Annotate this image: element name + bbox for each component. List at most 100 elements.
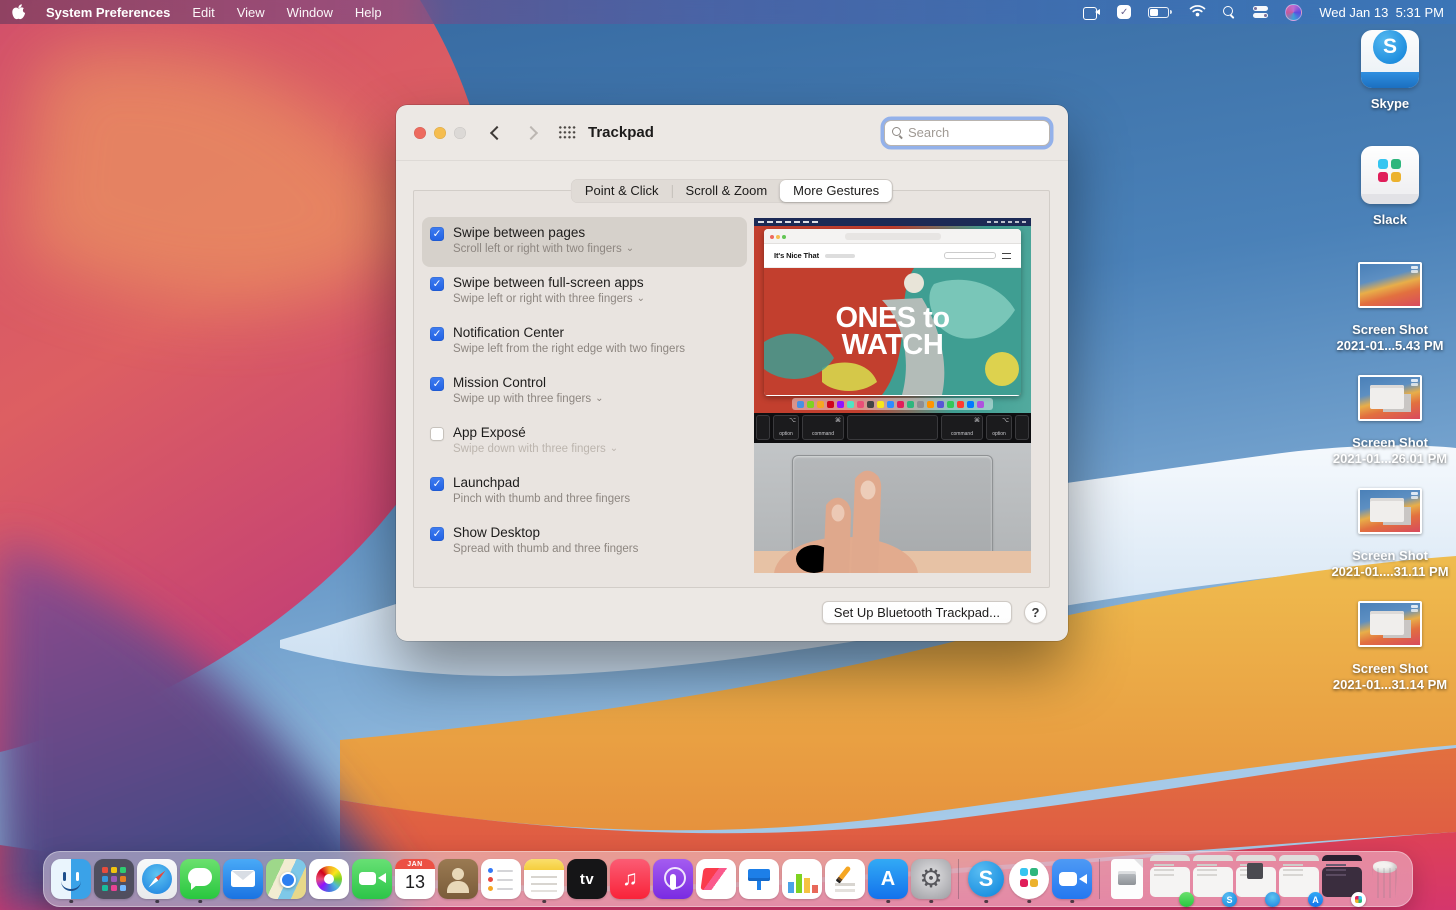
close-button[interactable] (414, 127, 426, 139)
dock-item-facetime[interactable] (352, 855, 392, 903)
tab-more-gestures[interactable]: More Gestures (780, 180, 892, 202)
dock-item-safari[interactable] (137, 855, 177, 903)
menu-edit[interactable]: Edit (192, 5, 214, 20)
desktop-icon-screenshot-3[interactable]: Screen Shot2021-01....31.11 PM (1336, 488, 1444, 580)
dock-item-tv[interactable]: tv (567, 855, 607, 903)
skype-badge-icon: S (1222, 892, 1237, 907)
menu-app-name[interactable]: System Preferences (46, 5, 170, 20)
gesture-row-notification-center[interactable]: Notification CenterSwipe left from the r… (422, 317, 747, 367)
tab-point-click[interactable]: Point & Click (572, 180, 672, 202)
dock-item-mail[interactable] (223, 855, 263, 903)
checkbox-notification-center[interactable] (430, 327, 444, 341)
demo-key-label: option (992, 431, 1006, 437)
dock-item-win-appstore[interactable]: A (1279, 855, 1319, 903)
dock-item-win-safari[interactable] (1236, 855, 1276, 903)
menu-window[interactable]: Window (287, 5, 333, 20)
apple-menu-icon[interactable] (12, 4, 26, 20)
checkbox-show-desktop[interactable] (430, 527, 444, 541)
checkmark-icon[interactable]: ✓ (1117, 5, 1131, 19)
menu-clock[interactable]: Wed Jan 13 5:31 PM (1319, 5, 1444, 20)
menu-help[interactable]: Help (355, 5, 382, 20)
tab-scroll-zoom[interactable]: Scroll & Zoom (673, 180, 781, 202)
gesture-row-launchpad[interactable]: LaunchpadPinch with thumb and three fing… (422, 467, 747, 517)
gesture-subtitle: Swipe left from the right edge with two … (453, 342, 685, 356)
dock-item-music[interactable]: ♫ (610, 855, 650, 903)
dock-item-trash[interactable] (1365, 855, 1405, 903)
desktop-icon-label: Slack (1373, 212, 1407, 228)
window-titlebar[interactable]: Trackpad (396, 105, 1068, 161)
dock-item-reminders[interactable] (481, 855, 521, 903)
chevron-down-icon[interactable]: ⌄ (637, 294, 645, 304)
screenshot-thumbnail (1358, 262, 1422, 308)
chevron-down-icon[interactable]: ⌄ (610, 444, 618, 454)
video-camera-icon[interactable] (1083, 7, 1100, 18)
checkbox-mission-control[interactable] (430, 377, 444, 391)
gesture-title: Notification Center (453, 324, 685, 341)
dock-item-contacts[interactable] (438, 855, 478, 903)
minimize-button[interactable] (434, 127, 446, 139)
gesture-row-show-desktop[interactable]: Show DesktopSpread with thumb and three … (422, 517, 747, 567)
trash-icon (1365, 859, 1405, 899)
dock-item-appstore[interactable] (868, 855, 908, 903)
dock-item-podcasts[interactable] (653, 855, 693, 903)
filedoc-icon (1111, 859, 1143, 899)
chevron-down-icon[interactable]: ⌄ (595, 394, 603, 404)
demo-hero-artwork: ONES to WATCH (764, 268, 1021, 395)
skype-dmg-icon (1361, 30, 1419, 88)
show-all-grid-icon[interactable] (558, 125, 577, 140)
desktop-icon-slack-dmg[interactable]: Slack (1336, 146, 1444, 228)
desktop-icon-screenshot-4[interactable]: Screen Shot2021-01...31.14 PM (1336, 601, 1444, 693)
setup-bluetooth-trackpad-button[interactable]: Set Up Bluetooth Trackpad... (822, 601, 1012, 624)
checkbox-swipe-between-pages[interactable] (430, 227, 444, 241)
demo-dock (792, 398, 993, 410)
dock-item-numbers[interactable] (782, 855, 822, 903)
dock-item-skype[interactable] (966, 855, 1006, 903)
dock-item-launchpad[interactable] (94, 855, 134, 903)
gesture-row-mission-control[interactable]: Mission ControlSwipe up with three finge… (422, 367, 747, 417)
desktop-icon-screenshot-2[interactable]: Screen Shot2021-01...26.01 PM (1336, 375, 1444, 467)
back-icon[interactable] (490, 125, 504, 139)
search-input[interactable] (908, 125, 1042, 140)
dock-item-pages[interactable] (825, 855, 865, 903)
zoom-button[interactable] (454, 127, 466, 139)
gesture-subtitle-text: Pinch with thumb and three fingers (453, 492, 630, 506)
forward-icon[interactable] (524, 125, 538, 139)
dock-item-filedoc[interactable] (1107, 855, 1147, 903)
menu-view[interactable]: View (237, 5, 265, 20)
desktop-icon-screenshot-1[interactable]: Screen Shot2021-01...5.43 PM (1336, 262, 1444, 354)
dock-item-slack[interactable] (1009, 855, 1049, 903)
help-button[interactable]: ? (1024, 601, 1047, 624)
dock-item-messages[interactable] (180, 855, 220, 903)
dock-item-notes[interactable] (524, 855, 564, 903)
dock-item-zoom[interactable] (1052, 855, 1092, 903)
appstore-icon (868, 859, 908, 899)
dock-item-news[interactable] (696, 855, 736, 903)
demo-laptop: ⌥option⌘command⌘command⌥option (754, 413, 1031, 573)
gesture-subtitle-text: Spread with thumb and three fingers (453, 542, 638, 556)
dock-item-maps[interactable] (266, 855, 306, 903)
gesture-row-app-expos[interactable]: App ExposéSwipe down with three fingers⌄ (422, 417, 747, 467)
dock-item-calendar[interactable]: JAN13 (395, 855, 435, 903)
desktop-icon-skype-dmg[interactable]: Skype (1336, 30, 1444, 112)
gesture-row-swipe-between-pages[interactable]: Swipe between pagesScroll left or right … (422, 217, 747, 267)
dock-item-win-slack[interactable] (1322, 855, 1362, 903)
control-center-icon[interactable] (1253, 6, 1268, 19)
wifi-icon[interactable] (1189, 4, 1206, 20)
dock-item-finder[interactable] (51, 855, 91, 903)
checkbox-launchpad[interactable] (430, 477, 444, 491)
dock-item-sysprefs[interactable] (911, 855, 951, 903)
user-avatar[interactable] (1285, 4, 1302, 21)
spotlight-icon[interactable] (1223, 6, 1236, 19)
dock-item-win-skype[interactable]: S (1193, 855, 1233, 903)
search-field[interactable] (884, 120, 1050, 146)
dock-item-win-messages[interactable] (1150, 855, 1190, 903)
chevron-down-icon[interactable]: ⌄ (626, 244, 634, 254)
checkbox-swipe-between-full-screen-apps[interactable] (430, 277, 444, 291)
gesture-subtitle: Swipe down with three fingers⌄ (453, 442, 618, 456)
checkbox-app-expos[interactable] (430, 427, 444, 441)
battery-icon[interactable] (1148, 7, 1172, 18)
news-icon (696, 859, 736, 899)
gesture-row-swipe-between-full-screen-apps[interactable]: Swipe between full-screen appsSwipe left… (422, 267, 747, 317)
dock-item-keynote[interactable] (739, 855, 779, 903)
dock-item-photos[interactable] (309, 855, 349, 903)
